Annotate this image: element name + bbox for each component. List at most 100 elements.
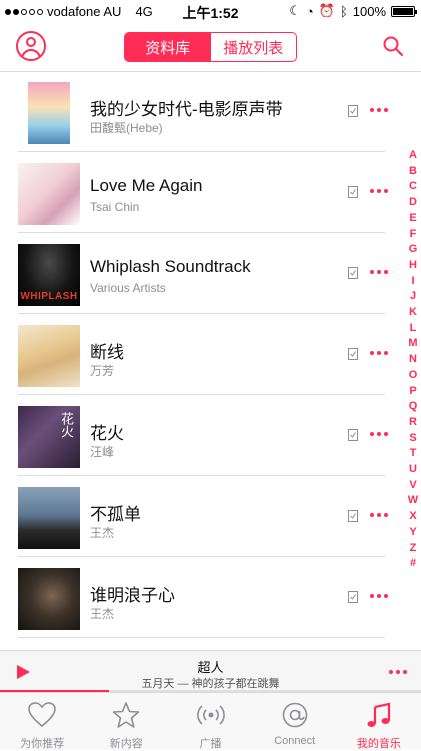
index-letter[interactable]: F — [410, 227, 417, 243]
index-letter[interactable]: D — [409, 195, 417, 211]
music-note-icon — [367, 702, 391, 727]
album-cover-text: 花火 — [59, 412, 74, 438]
album-row[interactable]: 谁明浪子心 王杰 — [18, 558, 388, 638]
album-row[interactable]: 断线 万芳 — [18, 315, 388, 395]
account-avatar-icon[interactable] — [16, 31, 46, 61]
more-options-icon[interactable] — [370, 594, 388, 598]
more-options-icon[interactable] — [370, 513, 388, 517]
segment-library[interactable]: 资料库 — [125, 33, 211, 61]
segment-playlists[interactable]: 播放列表 — [211, 33, 297, 61]
index-letter[interactable]: W — [408, 493, 418, 509]
bluetooth-icon: ᛒ — [339, 3, 348, 19]
album-artist: 田馥甄(Hebe) — [90, 121, 163, 135]
album-artist: 汪峰 — [90, 445, 115, 459]
album-title: Whiplash Soundtrack — [90, 257, 251, 276]
tab-label: 广播 — [199, 738, 222, 750]
album-cover — [18, 568, 80, 630]
moon-icon: ☾ — [289, 3, 301, 18]
index-letter[interactable]: M — [408, 336, 417, 352]
index-letter[interactable]: E — [409, 211, 416, 227]
index-letter[interactable]: K — [409, 305, 417, 321]
tab-label: 为你推荐 — [20, 738, 65, 750]
tab-radio[interactable]: 广播 — [168, 693, 252, 750]
index-letter[interactable]: X — [409, 509, 416, 525]
album-row[interactable]: WHIPLASH Whiplash Soundtrack Various Art… — [18, 234, 388, 314]
more-options-icon[interactable] — [370, 108, 388, 112]
album-cover — [28, 82, 70, 144]
at-icon — [282, 702, 308, 728]
album-row[interactable]: Love Me Again Tsai Chin — [18, 153, 388, 233]
index-letter[interactable]: B — [409, 164, 417, 180]
index-letter[interactable]: V — [409, 478, 416, 494]
more-options-icon[interactable] — [370, 432, 388, 436]
index-letter[interactable]: J — [410, 289, 416, 305]
search-icon[interactable] — [383, 36, 403, 56]
tab-my-music[interactable]: 我的音乐 — [337, 693, 421, 750]
alphabet-index[interactable]: A B C D E F G H I J K L M N O P Q R S T U V W X Y Z # — [405, 148, 421, 572]
album-cover — [18, 487, 80, 549]
index-letter[interactable]: R — [409, 415, 417, 431]
index-letter[interactable]: N — [409, 352, 417, 368]
downloaded-icon — [348, 105, 358, 117]
tab-for-you[interactable]: 为你推荐 — [0, 693, 84, 750]
index-letter[interactable]: H — [409, 258, 417, 274]
more-options-icon[interactable] — [370, 189, 388, 193]
tab-label: 我的音乐 — [356, 738, 401, 750]
now-playing-subtitle: 五月天 — 神的孩子都在跳舞 — [141, 678, 280, 690]
album-title: Love Me Again — [90, 176, 203, 195]
index-letter[interactable]: Z — [410, 541, 417, 557]
index-letter[interactable]: Q — [409, 399, 418, 415]
downloaded-icon — [348, 267, 358, 279]
album-row[interactable]: 我的少女时代-电影原声带 田馥甄(Hebe) — [18, 72, 388, 152]
tab-label: 新内容 — [109, 738, 143, 750]
album-title: 花火 — [90, 424, 124, 443]
tab-new[interactable]: 新内容 — [84, 693, 168, 750]
index-letter[interactable]: I — [411, 274, 414, 290]
downloaded-icon — [348, 348, 358, 360]
nav-bar: 资料库 播放列表 — [0, 22, 421, 72]
album-artist: 万芳 — [90, 364, 115, 378]
album-cover: WHIPLASH — [18, 244, 80, 306]
index-letter[interactable]: # — [410, 556, 416, 572]
more-options-icon[interactable] — [370, 270, 388, 274]
index-letter[interactable]: C — [409, 179, 417, 195]
downloaded-icon — [348, 591, 358, 603]
star-icon — [112, 702, 140, 728]
downloaded-icon — [348, 510, 358, 522]
album-title: 断线 — [90, 343, 124, 362]
album-row[interactable]: 花火 花火 汪峰 — [18, 396, 388, 476]
index-letter[interactable]: T — [410, 446, 417, 462]
mini-player[interactable]: 超人 五月天 — 神的孩子都在跳舞 — [0, 650, 421, 692]
album-cover — [18, 163, 80, 225]
album-row[interactable]: 不孤单 王杰 — [18, 477, 388, 557]
radio-icon — [196, 705, 225, 725]
more-options-icon[interactable] — [370, 351, 388, 355]
index-letter[interactable]: Y — [409, 525, 416, 541]
library-segmented-control: 资料库 播放列表 — [124, 32, 297, 62]
album-artist: 王杰 — [90, 526, 115, 540]
status-bar: vodafone AU 4G 上午1:52 ☾ ◔ ⏰ ᛒ 100% — [0, 0, 421, 22]
index-letter[interactable]: U — [409, 462, 417, 478]
index-letter[interactable]: O — [409, 368, 418, 384]
tab-connect[interactable]: Connect — [253, 693, 337, 750]
battery-percent: 100% — [352, 3, 386, 19]
downloaded-icon — [348, 186, 358, 198]
battery-icon — [391, 5, 417, 17]
now-playing-more-icon[interactable] — [389, 670, 407, 674]
album-artist: Various Artists — [90, 281, 166, 295]
now-playing-title: 超人 — [197, 660, 224, 675]
index-letter[interactable]: L — [410, 321, 417, 337]
album-artist: 王杰 — [90, 607, 115, 621]
album-cover-text: WHIPLASH — [20, 291, 78, 302]
tab-bar: 为你推荐 新内容 广播 Connect 我的音乐 — [0, 692, 421, 750]
index-letter[interactable]: P — [409, 384, 416, 400]
index-letter[interactable]: G — [409, 242, 418, 258]
index-letter[interactable]: A — [409, 148, 417, 164]
index-letter[interactable]: S — [409, 431, 416, 447]
album-title: 不孤单 — [90, 505, 141, 524]
album-cover: 花火 — [18, 406, 80, 468]
alarm-icon: ⏰ — [318, 3, 335, 18]
heart-icon — [28, 702, 56, 728]
album-list: 我的少女时代-电影原声带 田馥甄(Hebe) Love Me Again Tsa… — [0, 72, 421, 650]
album-artist: Tsai Chin — [90, 200, 140, 214]
